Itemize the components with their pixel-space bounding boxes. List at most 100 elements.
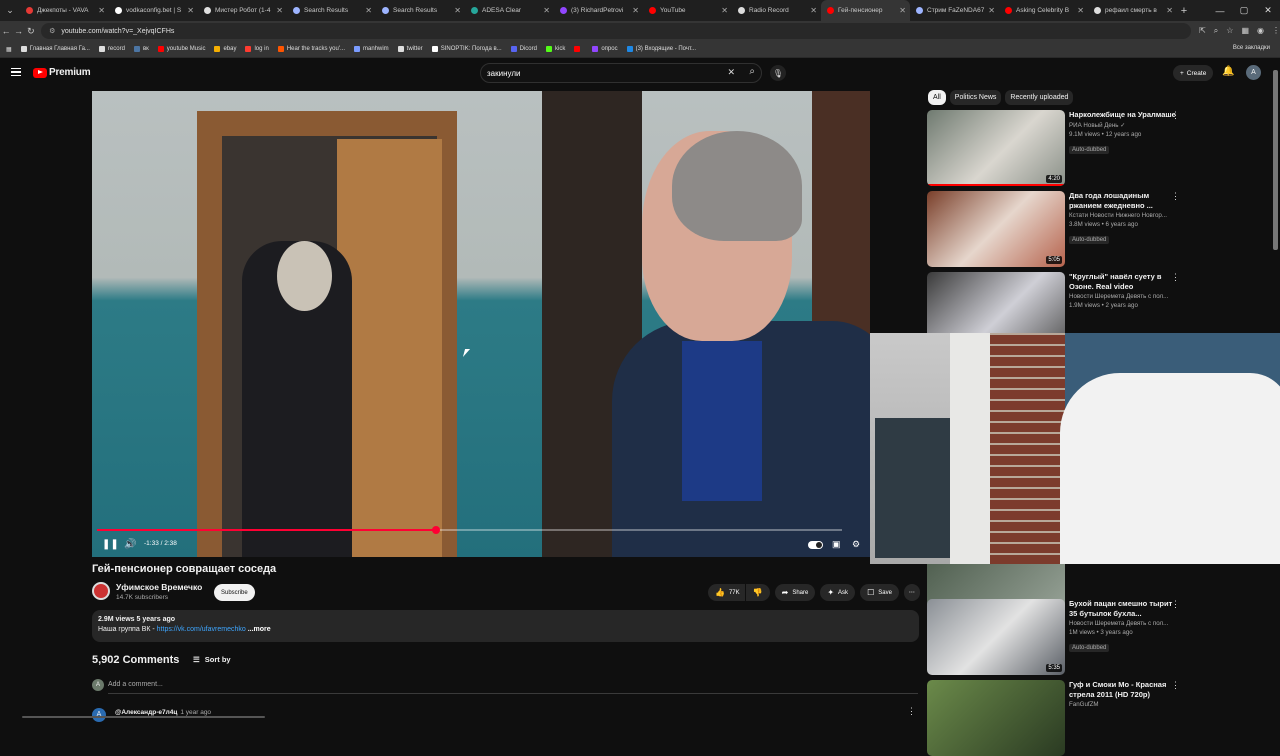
related-channel[interactable]: Кстати Новости Нижнего Новгор... xyxy=(1069,212,1177,219)
related-title[interactable]: Два года лошадиным ржанием ежедневно ... xyxy=(1069,191,1177,210)
bookmark-item[interactable]: вк xyxy=(133,46,149,52)
video-player[interactable]: ❚❚ 🔊 -1:33 / 2:38 ▣ ⚙ xyxy=(92,91,870,557)
search-icon[interactable]: ⌕ xyxy=(749,66,755,77)
more-actions-button[interactable]: ⋯ xyxy=(903,584,920,601)
tab-close-icon[interactable]: ✕ xyxy=(187,6,194,15)
voice-search-icon[interactable]: 🎙 xyxy=(770,65,786,81)
share-button[interactable]: ➦ Share xyxy=(774,584,816,601)
related-channel[interactable]: FanGufZM xyxy=(1069,701,1177,708)
channel-avatar[interactable] xyxy=(92,582,110,600)
tab-close-icon[interactable]: ✕ xyxy=(810,6,817,15)
channel-name[interactable]: Уфимское Времечко xyxy=(116,582,202,592)
filter-chip[interactable]: Recently uploaded xyxy=(1005,90,1074,105)
related-menu-icon[interactable]: ⋮ xyxy=(1171,680,1180,691)
search-input[interactable]: закинули ✕ ⌕ xyxy=(480,63,762,83)
bookmark-item[interactable]: (3) Входящие - Почт... xyxy=(626,46,696,52)
tab-close-icon[interactable]: ✕ xyxy=(365,6,372,15)
like-button[interactable]: 👍 77K xyxy=(708,584,745,601)
browser-tab[interactable]: ADESA Clear ✕ xyxy=(465,0,554,21)
related-title[interactable]: Бухой пацан смешно тырит 35 бутылок бухл… xyxy=(1069,599,1177,618)
bookmark-item[interactable]: manhwim xyxy=(353,46,389,52)
bookmark-item[interactable]: record xyxy=(98,46,125,52)
ask-button[interactable]: ✦ Ask xyxy=(820,584,856,601)
browser-tab[interactable]: Radio Record ✕ xyxy=(732,0,821,21)
hamburger-menu-icon[interactable] xyxy=(11,68,21,76)
bookmark-item[interactable]: twitter xyxy=(397,46,423,52)
bookmark-item[interactable]: ebay xyxy=(214,46,236,52)
related-title[interactable]: Нарколежбище на Уралмаше xyxy=(1069,110,1177,120)
browser-tab[interactable]: Джекпоты - VAVA ✕ xyxy=(20,0,109,21)
tab-close-icon[interactable]: ✕ xyxy=(98,6,105,15)
browser-tab[interactable]: vodkaconfig.bet | S ✕ xyxy=(109,0,198,21)
bookmark-item[interactable]: Hear the tracks you'... xyxy=(277,46,345,52)
forward-icon[interactable]: → xyxy=(12,26,24,36)
related-thumbnail[interactable]: 5:05 xyxy=(927,191,1065,267)
related-channel[interactable]: РИА Новый День ✓ xyxy=(1069,122,1177,129)
related-menu-icon[interactable]: ⋮ xyxy=(1171,599,1180,610)
tab-close-icon[interactable]: ✕ xyxy=(1077,6,1084,15)
bookmark-item[interactable]: SINOPTIK: Погода в... xyxy=(431,46,502,52)
browser-tab[interactable]: Search Results ✕ xyxy=(287,0,376,21)
menu-kebab-icon[interactable]: ⋮ xyxy=(1272,26,1280,36)
close-window-icon[interactable]: ✕ xyxy=(1256,0,1280,21)
browser-tab[interactable]: Стрим FaZeNDA67 ✕ xyxy=(910,0,999,21)
save-button[interactable]: ☐ Save xyxy=(860,584,899,601)
bookmark-item[interactable]: Dicord xyxy=(510,46,537,52)
related-title[interactable]: "Круглый" навёл суету в Озоне. Real vide… xyxy=(1069,272,1177,291)
notifications-bell-icon[interactable]: 🔔 xyxy=(1222,66,1234,77)
autoplay-toggle[interactable] xyxy=(808,541,823,549)
tab-close-icon[interactable]: ✕ xyxy=(543,6,550,15)
back-icon[interactable]: ← xyxy=(0,26,12,36)
related-menu-icon[interactable]: ⋮ xyxy=(1171,272,1180,283)
vertical-scrollbar[interactable] xyxy=(1273,70,1278,250)
tab-close-icon[interactable]: ✕ xyxy=(721,6,728,15)
all-bookmarks[interactable]: Все закладки xyxy=(1233,45,1270,51)
settings-gear-icon[interactable]: ⚙ xyxy=(852,539,860,550)
zoom-icon[interactable]: ⌕ xyxy=(1214,26,1218,36)
browser-tab[interactable]: YouTube ✕ xyxy=(643,0,732,21)
extensions-icon[interactable]: ▦ xyxy=(1241,26,1249,36)
bookmark-item[interactable]: log in xyxy=(245,46,269,52)
create-button[interactable]: + Create xyxy=(1173,65,1214,81)
related-title[interactable]: Гуф и Смоки Мо - Красная стрела 2011 (HD… xyxy=(1069,680,1177,699)
site-info-icon[interactable]: ⚙ xyxy=(49,27,55,35)
bookmark-item[interactable]: kick xyxy=(545,46,565,52)
horizontal-scrollbar[interactable] xyxy=(22,716,265,718)
new-tab-button[interactable]: + xyxy=(1177,5,1191,17)
browser-tab[interactable]: Гей-пенсионер ✕ xyxy=(821,0,910,21)
related-menu-icon[interactable]: ⋮ xyxy=(1171,110,1180,121)
related-thumbnail[interactable]: 5:35 xyxy=(927,599,1065,675)
progress-bar[interactable] xyxy=(97,526,842,534)
filter-chip[interactable]: Politics News xyxy=(949,90,1002,105)
browser-tab[interactable]: (3) RichardPetrovi ✕ xyxy=(554,0,643,21)
browser-tab[interactable]: Asking Celebrity B ✕ xyxy=(999,0,1088,21)
pause-icon[interactable]: ❚❚ xyxy=(102,539,119,550)
add-comment-input[interactable]: Add a comment... xyxy=(108,681,163,688)
tab-close-icon[interactable]: ✕ xyxy=(1166,6,1173,15)
browser-tab[interactable]: Search Results ✕ xyxy=(376,0,465,21)
comment-menu-icon[interactable]: ⋮ xyxy=(907,706,916,717)
reload-icon[interactable]: ↻ xyxy=(25,26,37,37)
subscribe-button[interactable]: Subscribe xyxy=(214,584,255,601)
browser-tab[interactable]: рефаил смерть в ✕ xyxy=(1088,0,1177,21)
bookmark-star-icon[interactable]: ☆ xyxy=(1226,26,1233,36)
related-menu-icon[interactable]: ⋮ xyxy=(1171,191,1180,202)
bookmark-item[interactable]: Главная Главная Га... xyxy=(20,46,90,52)
related-thumbnail[interactable] xyxy=(927,680,1065,756)
tab-close-icon[interactable]: ✕ xyxy=(899,6,906,15)
related-channel[interactable]: Новости Шеремета Девять с пол... xyxy=(1069,293,1177,300)
bookmark-item[interactable]: youtube Music xyxy=(157,46,205,52)
tab-close-icon[interactable]: ✕ xyxy=(454,6,461,15)
description-box[interactable]: 2.9M views 5 years ago Наша группа ВК - … xyxy=(92,610,919,642)
show-more-button[interactable]: ...more xyxy=(246,626,271,633)
youtube-logo[interactable]: Premium xyxy=(33,67,91,78)
account-avatar[interactable]: A xyxy=(1246,65,1261,80)
tab-search-icon[interactable]: ⌄ xyxy=(0,0,20,21)
dislike-button[interactable]: 👎 xyxy=(745,584,770,601)
tab-close-icon[interactable]: ✕ xyxy=(632,6,639,15)
related-thumbnail[interactable]: 4:20 xyxy=(927,110,1065,186)
description-link[interactable]: https://vk.com/ufavremechko xyxy=(157,626,246,633)
filter-chip[interactable]: All xyxy=(928,90,946,105)
sort-by-button[interactable]: ☰ Sort by xyxy=(193,655,231,664)
profile-icon[interactable]: ◉ xyxy=(1257,26,1264,36)
